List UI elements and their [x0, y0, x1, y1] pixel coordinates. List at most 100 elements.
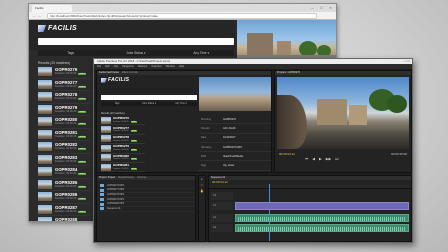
result-item[interactable]: GOPR0276 Duration: 00:00:20 online — [101, 116, 145, 126]
clip-thumbnail — [38, 104, 52, 114]
menu-item[interactable]: Graphics — [151, 64, 161, 69]
clip-thumbnail — [38, 192, 52, 202]
search-input[interactable] — [38, 38, 234, 45]
result-item[interactable]: GOPR0277 Duration: 00:00:20 online — [38, 79, 90, 91]
tab-effect-controls[interactable]: Effect Controls — [122, 71, 138, 75]
tab-project[interactable]: Project: Project — [99, 176, 115, 180]
menu-item[interactable]: Clip — [114, 64, 118, 69]
time-ruler[interactable] — [209, 184, 411, 241]
result-item[interactable]: GOPR0284 Duration: 00:00:20 online — [38, 166, 90, 179]
project-item[interactable]: Sequence 01 — [97, 207, 195, 212]
result-item[interactable]: GOPR0282Duration: 00:00:20online — [101, 172, 145, 173]
result-item[interactable]: GOPR0279 Duration: 00:00:20 online — [101, 144, 145, 154]
menu-item[interactable]: Window — [166, 64, 175, 69]
result-item[interactable]: GOPR0276 Duration: 00:00:20 online — [38, 66, 90, 79]
track-header-v1[interactable]: V1 — [211, 202, 233, 210]
video-clip[interactable] — [235, 202, 409, 210]
hand-tool-icon[interactable]: ✋ — [199, 188, 205, 194]
filter-tags[interactable]: Tags — [101, 102, 133, 106]
metadata-row: Path \\FastTrack\Media — [199, 152, 271, 162]
clip-thumbnail — [38, 92, 52, 102]
menu-item[interactable]: Help — [179, 64, 184, 69]
clip-duration: Duration: 00:00:20 — [55, 159, 77, 163]
address-bar: ← → http://localhost:8000/FastTrack/Web/… — [29, 12, 336, 20]
filter-bar: Tags Jobs Status ▾ Any Time ▾ — [101, 102, 197, 106]
filter-job-status[interactable]: Jobs Status ▾ — [103, 50, 168, 56]
menu-item[interactable]: File — [97, 64, 101, 69]
clip-name: GOPR0288 — [55, 217, 78, 222]
audio-clip[interactable] — [235, 224, 409, 232]
tab-program[interactable]: Program: GOPR0276 — [277, 71, 300, 75]
url-field[interactable]: http://localhost:8000/FastTrack/Web/Inde… — [47, 13, 317, 19]
menu-item[interactable]: Sequence — [122, 64, 134, 69]
status-badge: online — [78, 185, 87, 188]
minimize-icon[interactable]: – — [309, 5, 316, 10]
result-item[interactable]: GOPR0285 Duration: 00:00:20 online — [38, 179, 90, 191]
menu-item[interactable]: Markers — [138, 64, 147, 69]
metadata-row: Filename GOPR0276.MP4 — [199, 143, 271, 153]
result-item[interactable]: GOPR0278 Duration: 00:00:20 online — [38, 91, 90, 104]
clip-duration: Duration: 00:00:20 — [113, 149, 129, 152]
filter-time[interactable]: Any Time ▾ — [165, 102, 197, 106]
track-header-a1[interactable]: A1 — [211, 214, 233, 222]
clip-duration: Duration: 00:00:20 — [113, 130, 129, 133]
metadata-key: Date — [201, 136, 207, 140]
tab-libraries[interactable]: Libraries — [137, 176, 146, 180]
result-item[interactable]: GOPR0277 Duration: 00:00:20 online — [101, 125, 145, 135]
clip-thumbnail — [101, 116, 111, 124]
premiere-window: Adobe Premiere Pro CC 2018 - C:\FastTrac… — [93, 58, 413, 243]
step-forward-icon[interactable]: ▶▶ — [326, 157, 332, 161]
maximize-icon[interactable]: □ — [318, 5, 325, 10]
result-item[interactable]: GOPR0278 Duration: 00:00:20 online — [101, 135, 145, 145]
metadata-value[interactable]: John Smith — [223, 127, 271, 130]
go-to-out-icon[interactable]: ⏭ — [335, 157, 338, 161]
metadata-value[interactable]: \\FastTrack\Media — [223, 155, 271, 158]
filter-time[interactable]: Any Time ▾ — [169, 50, 234, 56]
result-item[interactable]: GOPR0282Duration: 00:00:20online — [38, 141, 90, 154]
clip-thumbnail — [38, 204, 52, 214]
transport-controls: ⏮ ◀ ▶ ▶▶ ⏭ — [305, 157, 339, 161]
window-controls[interactable]: – □ × — [403, 59, 410, 64]
facilis-logo: FACILIS — [101, 77, 129, 83]
search-input[interactable] — [101, 95, 197, 100]
browser-tab[interactable]: Facilis — [32, 5, 72, 12]
result-item[interactable]: GOPR0280 Duration: 00:00:20 online — [38, 116, 90, 129]
close-icon[interactable]: × — [327, 5, 334, 10]
result-item[interactable]: GOPR0288Duration: 00:00:20online — [38, 216, 90, 222]
clip-thumbnail — [38, 129, 52, 139]
metadata-value[interactable]: GOPR0276 — [223, 118, 271, 121]
metadata-value[interactable]: 10/10/2017 — [223, 136, 271, 139]
clip-thumbnail — [38, 142, 52, 152]
metadata-value[interactable]: city, street — [223, 164, 271, 167]
tab-facilis[interactable]: Facilis FastTracker — [99, 71, 119, 75]
result-item[interactable]: GOPR0283 Duration: 00:00:20 online — [38, 154, 90, 166]
clip-thumbnail — [38, 79, 52, 89]
track-header-v2[interactable]: V2 — [211, 192, 233, 200]
menu-item[interactable]: Edit — [105, 64, 109, 69]
result-item[interactable]: GOPR0279 Duration: 00:00:20 online — [38, 104, 90, 116]
result-item[interactable]: GOPR0281 Duration: 00:00:20 online — [38, 129, 90, 141]
status-badge: online — [78, 110, 87, 113]
result-item[interactable]: GOPR0281 Duration: 00:00:20 online — [101, 163, 145, 172]
filter-tags[interactable]: Tags — [38, 50, 103, 56]
filter-job-status[interactable]: Jobs Status ▾ — [133, 102, 165, 106]
program-monitor: Program: GOPR0276 00:00:04:12 00:00:20:0… — [274, 70, 412, 173]
playhead[interactable] — [269, 184, 270, 241]
result-item[interactable]: GOPR0286 Duration: 00:00:20 online — [38, 191, 90, 204]
go-to-in-icon[interactable]: ⏮ — [305, 157, 308, 161]
project-item-name: GOPR0278.MP4 — [107, 193, 125, 196]
project-item-name: GOPR0276.MP4 — [107, 184, 125, 187]
audio-clip[interactable] — [235, 214, 409, 222]
play-icon[interactable]: ▶ — [319, 157, 322, 161]
clip-duration: Duration: 00:00:20 — [55, 134, 77, 138]
facilis-logo-icon — [101, 77, 107, 83]
window-controls: – □ × — [309, 5, 334, 10]
metadata-value[interactable]: GOPR0276.MP4 — [223, 146, 271, 149]
result-item[interactable]: GOPR0280 Duration: 00:00:20 online — [101, 154, 145, 163]
step-back-icon[interactable]: ◀ — [312, 157, 315, 161]
clip-icon — [100, 202, 104, 206]
back-icon[interactable]: ← → — [32, 13, 41, 19]
result-item[interactable]: GOPR0287 Duration: 00:00:20 online — [38, 204, 90, 216]
tab-media-browser[interactable]: Media Browser — [118, 176, 134, 180]
track-header-a2[interactable]: A2 — [211, 224, 233, 232]
